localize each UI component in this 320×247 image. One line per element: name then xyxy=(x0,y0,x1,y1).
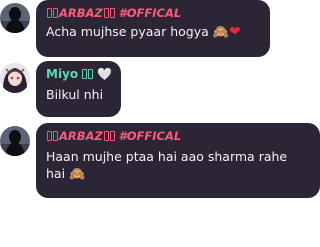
unsupported-glyphs xyxy=(82,69,94,79)
unsupported-glyphs xyxy=(47,8,58,18)
chat-message-1: ARBAZ #OFFICAL Acha mujhse pyaar hogya 🙈… xyxy=(0,0,320,58)
dark-hooded-figure-avatar-icon xyxy=(0,126,30,156)
sender-name[interactable]: ARBAZ #OFFICAL xyxy=(46,129,310,143)
sender-name[interactable]: ARBAZ #OFFICAL xyxy=(46,6,260,20)
sender-name[interactable]: Miyo 🤍 xyxy=(46,67,113,81)
message-text: Acha mujhse pyaar hogya 🙈❤ xyxy=(46,24,241,40)
avatar[interactable] xyxy=(0,126,30,156)
unsupported-glyphs xyxy=(103,8,115,18)
dark-hooded-figure-avatar-icon xyxy=(0,3,30,33)
message-text: Bilkul nhi xyxy=(46,87,104,102)
chat-message-2: Miyo 🤍 Bilkul nhi xyxy=(0,61,320,118)
message-text: Haan mujhe ptaa hai aao sharma rahe hai … xyxy=(46,149,288,182)
see-no-evil-monkey-emoji-icon: 🙈 xyxy=(212,25,229,40)
unsupported-glyphs xyxy=(103,131,115,141)
message-bubble[interactable]: ARBAZ #OFFICAL Acha mujhse pyaar hogya 🙈… xyxy=(36,0,270,57)
message-bubble[interactable]: Miyo 🤍 Bilkul nhi xyxy=(36,61,121,117)
red-heart-emoji-icon: ❤ xyxy=(228,24,241,40)
see-no-evil-monkey-emoji-icon: 🙈 xyxy=(69,167,86,182)
white-heart-emoji-icon: 🤍 xyxy=(97,67,113,81)
avatar[interactable] xyxy=(0,3,30,33)
avatar[interactable] xyxy=(0,63,30,93)
unsupported-glyphs xyxy=(47,131,58,141)
anime-girl-avatar-icon xyxy=(0,63,30,93)
message-bubble[interactable]: ARBAZ #OFFICAL Haan mujhe ptaa hai aao s… xyxy=(36,123,320,198)
chat-message-3: ARBAZ #OFFICAL Haan mujhe ptaa hai aao s… xyxy=(0,123,320,199)
